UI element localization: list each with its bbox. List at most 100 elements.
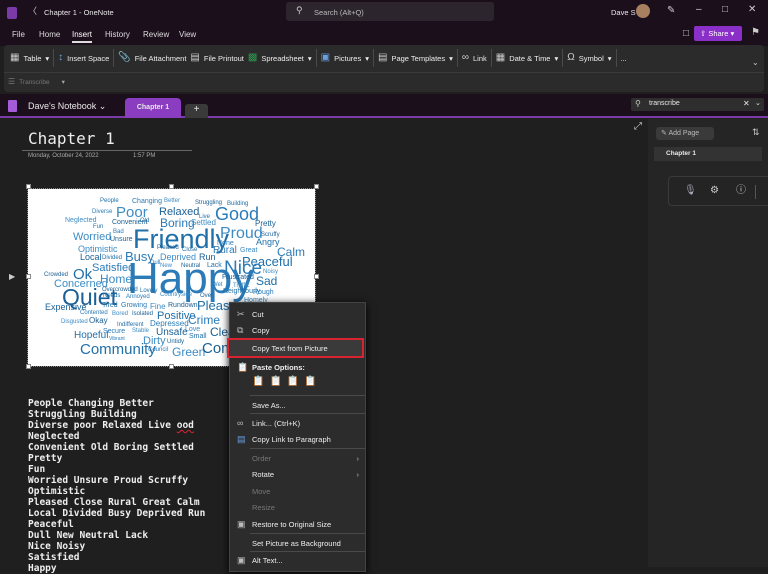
resize-label: Resize [252,502,275,512]
paste-keep-formatting-icon[interactable]: 📋 [252,376,264,387]
link-button[interactable]: ∞ Link [462,53,487,63]
search-box[interactable]: ⚲ Search (Alt+Q) [286,2,494,21]
search-pane-input[interactable]: ⚲ transcribe ✕ ⌄ [631,98,764,111]
add-page-button[interactable]: ✎ Add Page [656,127,714,140]
pictures-label: Pictures [334,53,362,63]
symbol-button[interactable]: Ω Symbol ▾ [567,53,611,63]
notebook-bar: Dave's Notebook ⌄ Chapter 1 + ⚲ transcri… [0,94,768,118]
menu-item-save-as[interactable]: Save As... [230,397,365,413]
divider [315,49,317,67]
more-button[interactable]: ... [621,54,627,63]
paste-text-only-icon[interactable]: 📋 [287,376,299,387]
resize-handle[interactable] [314,274,319,279]
word-cloud-word: Secure [103,328,126,335]
menu-item-cut[interactable]: ✂ Cut [230,306,365,322]
page-title[interactable]: Chapter 1 [28,129,115,148]
file-printout-button[interactable]: ▤ File Printout [190,53,243,63]
menu-item-restore-size[interactable]: ▣ Restore to Original Size [230,516,365,532]
help-icon[interactable]: ⓘ [736,186,746,196]
tab-view[interactable]: View [179,30,196,39]
resize-handle[interactable] [169,184,174,189]
word-cloud-word: Sad [256,274,278,288]
text-line: Optimistic [28,486,86,497]
paste-picture-icon[interactable]: 📋 [304,376,316,387]
resize-handle[interactable] [26,184,31,189]
maximize-icon[interactable]: □ [722,5,728,15]
pictures-button[interactable]: ▣ Pictures ▾ [321,53,369,63]
resize-handle[interactable] [314,184,319,189]
menu-item-link[interactable]: ∞ Link... (Ctrl+K) [230,415,365,431]
extracted-text[interactable]: People Changing Better Struggling Buildin… [28,398,205,574]
word-cloud-word: Community [80,341,156,358]
menu-item-rotate[interactable]: Rotate › [230,466,365,482]
add-section-button[interactable]: + [185,104,208,118]
clear-search-icon[interactable]: ✕ [743,99,750,108]
copy-icon: ⧉ [237,324,244,335]
divider [113,49,115,67]
set-background-label: Set Picture as Background [252,538,341,548]
ribbon: ▦ Table ▾ ↕ Insert Space 📎 File Attachment … [4,45,764,92]
insert-space-label: Insert Space [67,53,110,63]
comments-icon[interactable]: ⚑ [751,28,760,38]
insert-space-button[interactable]: ↕ Insert Space [58,53,109,63]
menu-item-alt-text[interactable]: ▣ Alt Text... [230,552,365,568]
restore-label: Restore to Original Size [252,519,332,529]
menu-item-copy-text-from-picture[interactable]: Copy Text from Picture [227,338,364,358]
word-cloud-word: Neglected [65,217,97,224]
menu-item-copy-link[interactable]: ▤ Copy Link to Paragraph [230,431,365,447]
microphone-icon[interactable]: 🎙 [684,186,697,196]
settings-icon[interactable]: ⚙ [710,186,719,196]
page-templates-button[interactable]: ▤ Page Templates ▾ [378,53,453,63]
link-icon: ∞ [237,418,244,428]
avatar[interactable] [636,4,650,18]
table-button[interactable]: ▦ Table ▾ [10,53,49,63]
rotate-label: Rotate [252,469,275,479]
paste-merge-icon[interactable]: 📋 [269,376,281,387]
context-menu: ✂ Cut ⧉ Copy Copy Text from Picture 📋 Paste… [227,302,366,572]
close-icon[interactable]: ✕ [748,5,756,15]
tab-history[interactable]: History [105,30,130,39]
notebook-selector[interactable]: Dave's Notebook ⌄ [28,101,106,112]
tab-home[interactable]: Home [39,30,60,39]
menu-item-set-background[interactable]: Set Picture as Background [230,535,365,551]
expand-icon[interactable]: ⤢ [634,122,642,132]
word-cloud-word: Worried [73,231,112,243]
transcribe-icon: ☰ [8,77,16,86]
minimize-icon[interactable]: – [696,5,702,15]
page-item-chapter-1[interactable]: Chapter 1 [654,147,762,161]
word-cloud-word: Bored [112,311,129,317]
share-label: Share [708,29,729,38]
tab-review[interactable]: Review [143,30,169,39]
word-cloud-word: Diverse [92,209,113,215]
scissors-icon: ✂ [237,308,245,319]
resize-handle[interactable] [26,364,31,369]
pen-icon[interactable]: ✎ [667,6,675,16]
back-icon[interactable]: 〈 [28,7,37,16]
chevron-down-icon[interactable]: ⌄ [752,59,759,67]
notebook-view-icon[interactable]: □ [683,29,689,39]
transcribe-button[interactable]: ☰ Transcribe ▾ [8,77,65,87]
insert-space-icon: ↕ [58,52,64,63]
resize-handle[interactable] [26,274,31,279]
text-line: Diverse poor Relaxed Live ood [28,420,194,431]
section-tab-chapter-1[interactable]: Chapter 1 [125,98,181,118]
date-time-button[interactable]: ▦ Date & Time ▾ [496,53,558,63]
divider [250,413,365,414]
menu-item-copy[interactable]: ⧉ Copy [230,322,365,338]
sort-icon[interactable]: ⇅ [752,128,760,137]
paragraph-handle-icon[interactable]: ▶ [9,272,15,281]
file-attachment-label: File Attachment [134,53,187,63]
tab-file[interactable]: File [12,30,25,39]
user-name[interactable]: Dave S [611,8,636,17]
search-scope-dropdown[interactable]: ⌄ [755,99,761,107]
file-attachment-button[interactable]: 📎 File Attachment [118,53,186,63]
tab-insert[interactable]: Insert [72,30,93,43]
ribbon-divider [4,72,764,73]
resize-handle[interactable] [169,364,174,369]
spelling-error[interactable]: ood [177,420,194,431]
spreadsheet-button[interactable]: ▩ Spreadsheet ▾ [248,53,312,63]
share-button[interactable]: ⇧ Share ▾ [694,26,742,41]
text-line: Pretty [28,453,63,464]
word-cloud-word: Bad [113,229,124,235]
symbol-label: Symbol [578,53,604,63]
